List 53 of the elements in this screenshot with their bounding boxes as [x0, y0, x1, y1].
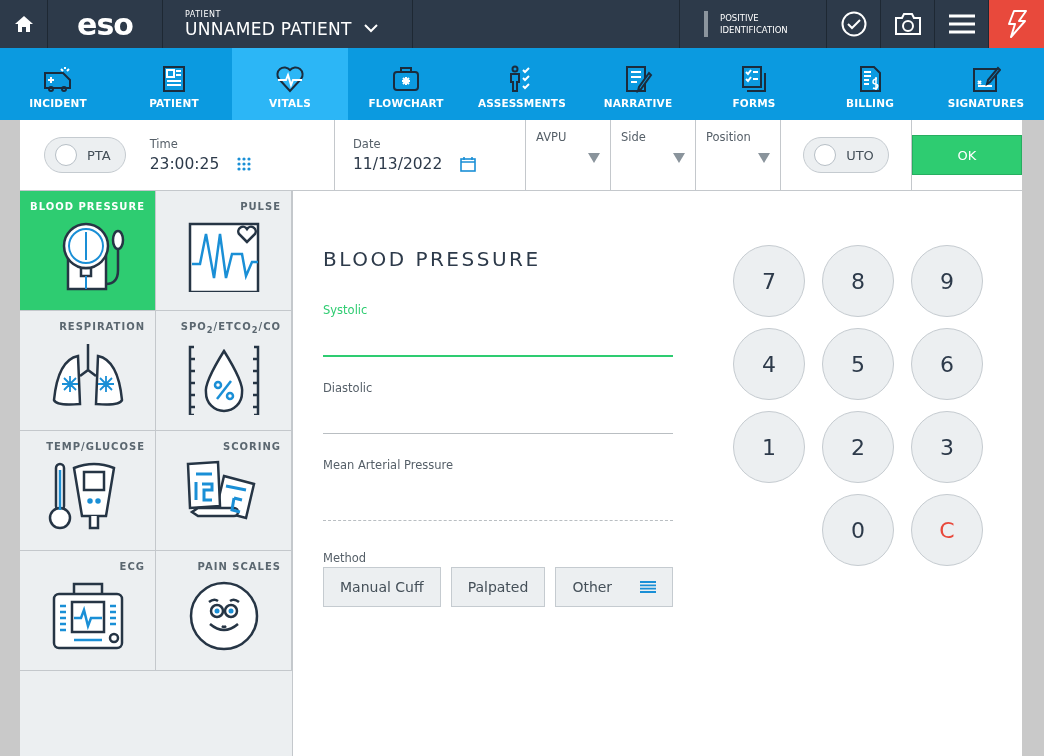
medical-bag-icon: [391, 65, 421, 93]
date-label: Date: [353, 137, 382, 151]
dropdown[interactable]: Position: [696, 120, 781, 190]
vital-category-tile[interactable]: PAIN SCALES: [156, 551, 292, 671]
signature-icon: [971, 65, 1001, 93]
calendar-icon[interactable]: [460, 156, 477, 172]
checklist-icon: [739, 65, 769, 93]
keypad-key[interactable]: 6: [911, 328, 983, 400]
field-label: Mean Arterial Pressure: [323, 458, 455, 472]
keypad-key[interactable]: 7: [733, 245, 805, 317]
pta-toggle[interactable]: PTA: [44, 137, 126, 173]
field-label: Diastolic: [323, 381, 374, 395]
lightning-bolt-icon: [1005, 10, 1028, 38]
keypad-key[interactable]: 0: [822, 494, 894, 566]
vital-category-tile[interactable]: SCORING: [156, 431, 292, 551]
other-list-button[interactable]: Other: [555, 567, 674, 607]
vital-category-tile[interactable]: ECG: [20, 551, 156, 671]
camera-icon: [893, 12, 922, 36]
keypad-grid-icon[interactable]: [237, 157, 252, 171]
home-icon: [13, 14, 34, 34]
document-pen-icon: [623, 65, 653, 93]
keypad-key[interactable]: 3: [911, 411, 983, 483]
method-label: Method: [323, 551, 368, 565]
method-option-button[interactable]: Palpated: [450, 567, 546, 607]
dropdown[interactable]: AVPU: [526, 120, 611, 190]
heart-pulse-icon: [275, 65, 305, 93]
date-field[interactable]: 11/13/2022: [353, 155, 443, 173]
vital-category-tile[interactable]: TEMP/GLUCOSE: [20, 431, 156, 551]
dropdown-arrow-icon: [588, 152, 600, 164]
time-field[interactable]: 23:00:25: [149, 155, 220, 173]
keypad-key[interactable]: 8: [822, 245, 894, 317]
keypad-key[interactable]: 1: [733, 411, 805, 483]
alert-button[interactable]: [988, 0, 1044, 48]
dropdown-arrow-icon: [673, 152, 685, 164]
keypad-key[interactable]: 2: [822, 411, 894, 483]
vital-category-tile[interactable]: PULSE: [156, 191, 292, 311]
keypad-key[interactable]: 9: [911, 245, 983, 317]
check-circle-icon: [840, 11, 867, 37]
uto-toggle[interactable]: UTO: [803, 137, 889, 173]
keypad-key[interactable]: 4: [733, 328, 805, 400]
menu-icon: [948, 14, 975, 34]
dropdown[interactable]: Side: [611, 120, 696, 190]
vital-category-tile[interactable]: RESPIRATION: [20, 311, 156, 431]
time-label: Time: [149, 137, 179, 151]
ambulance-icon: [43, 65, 73, 93]
keypad-key[interactable]: 5: [822, 328, 894, 400]
method-option-button[interactable]: Manual Cuff: [323, 567, 441, 607]
chevron-down-icon: [363, 24, 378, 33]
vital-category-tile[interactable]: SPO$_{2}$/ETCO$_{2}$/CO: [156, 311, 292, 431]
section-title: BLOOD PRESSURE: [323, 247, 542, 271]
dropdown-arrow-icon: [758, 152, 770, 164]
list-icon: [640, 581, 657, 593]
field-label: Systolic: [323, 303, 369, 317]
